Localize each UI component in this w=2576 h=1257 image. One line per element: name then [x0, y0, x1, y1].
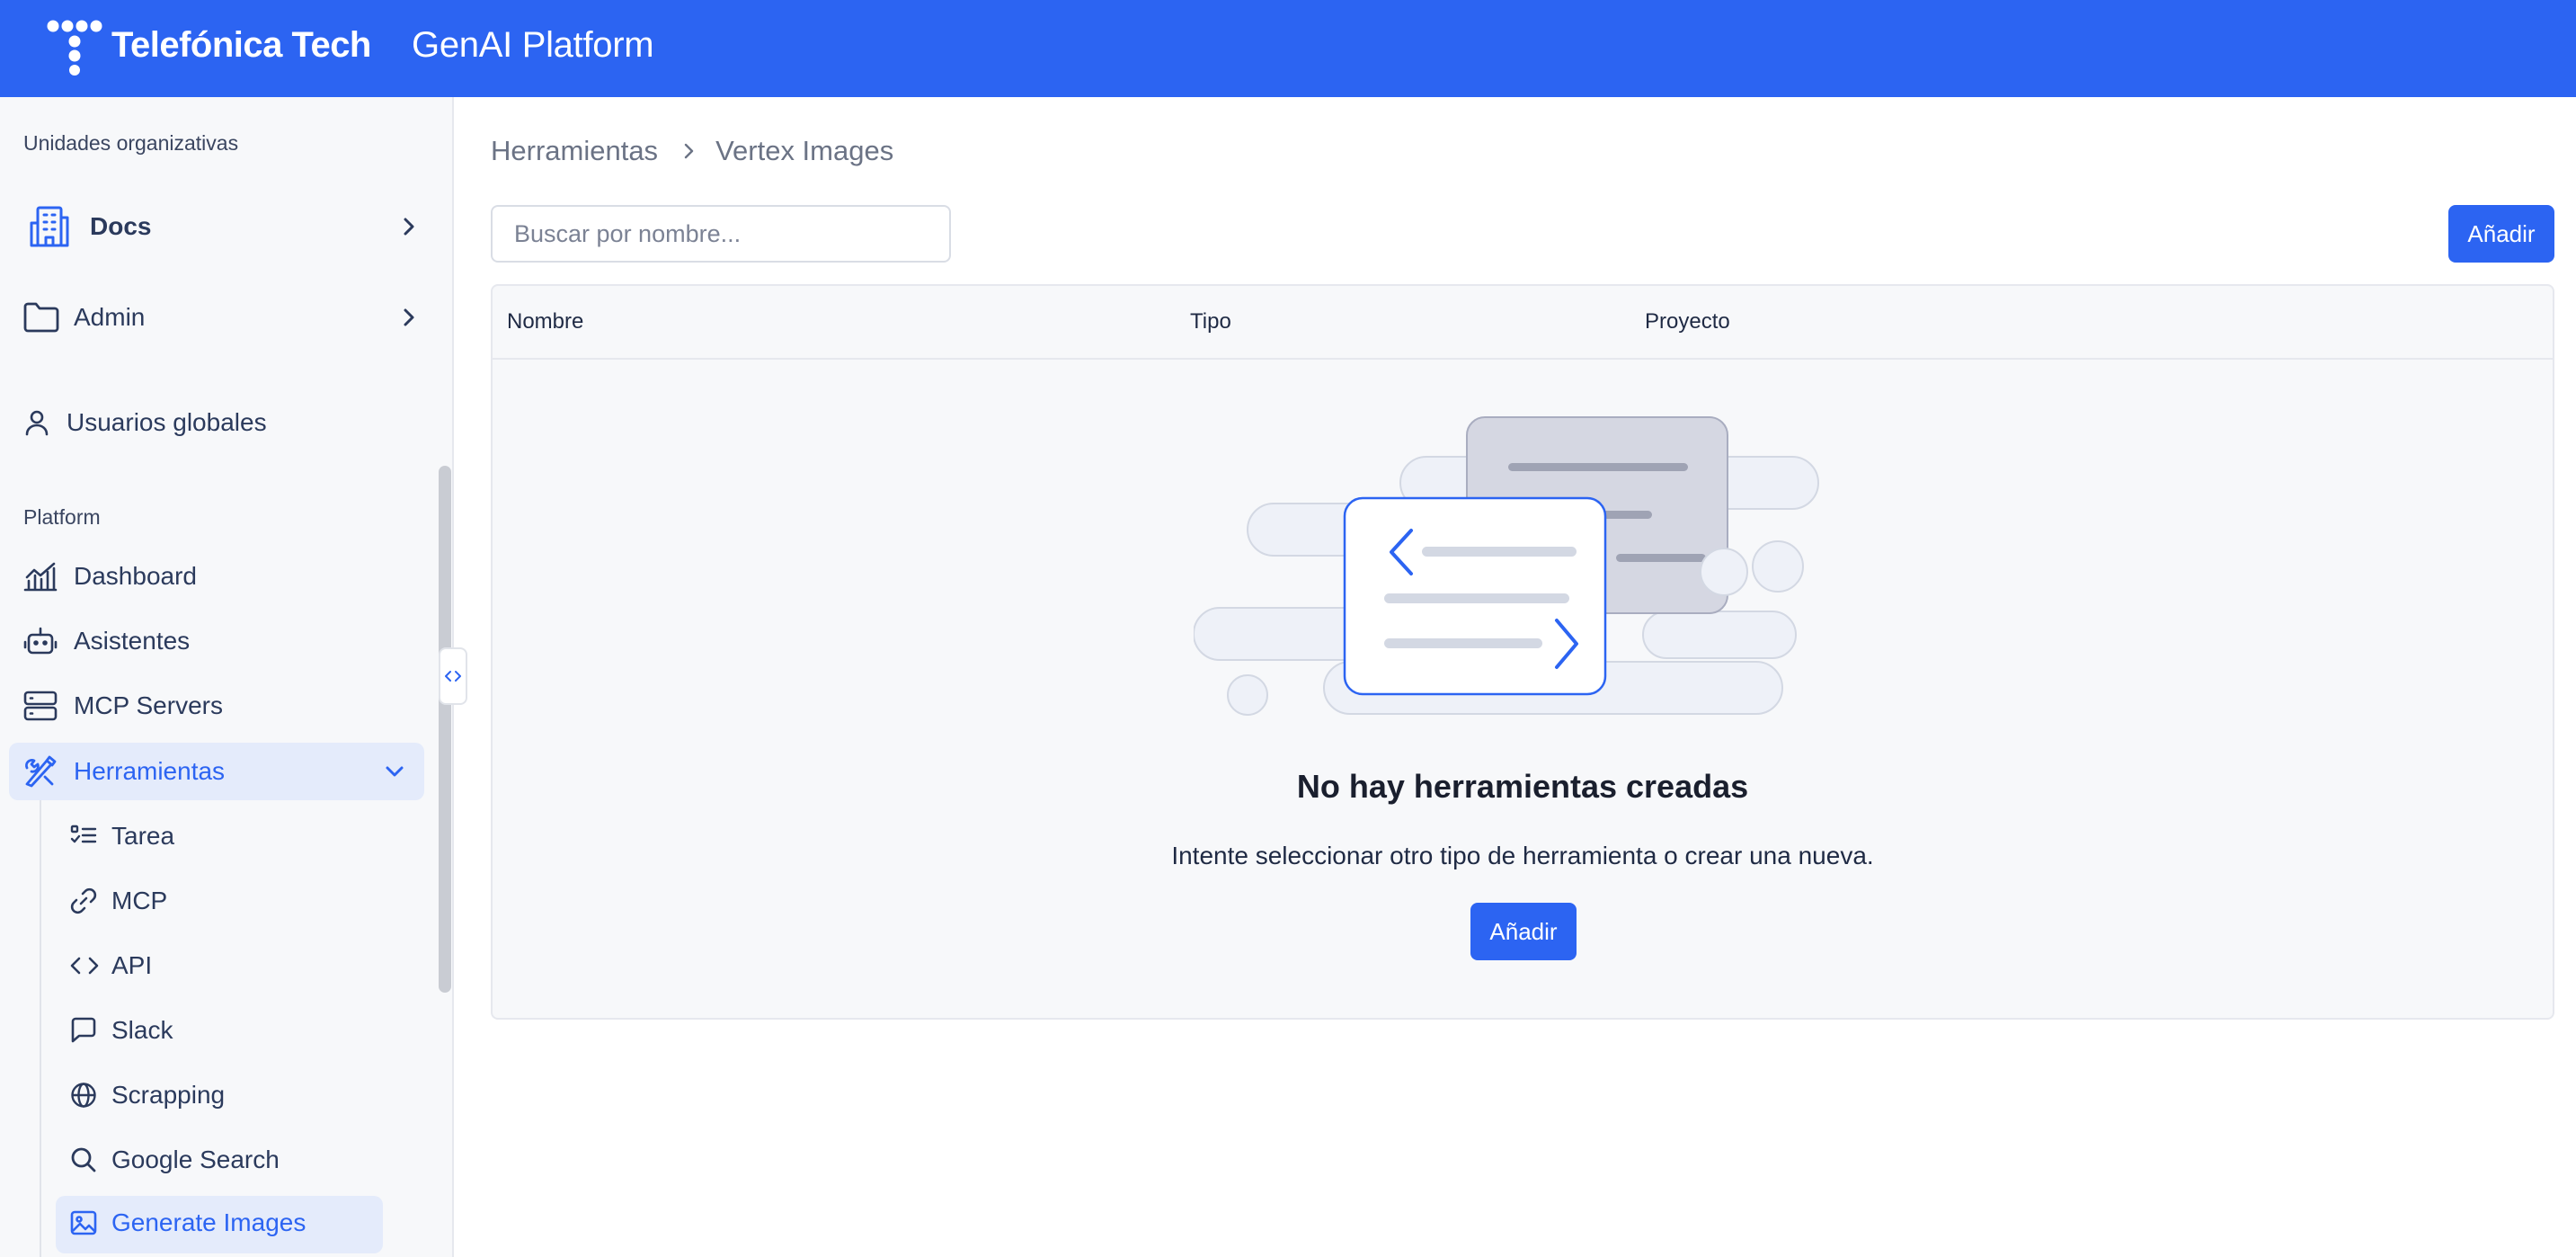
image-icon — [70, 1210, 97, 1235]
link-icon — [70, 887, 97, 914]
chart-line-icon — [23, 562, 58, 592]
sidebar-item-asistentes[interactable]: Asistentes — [23, 626, 190, 656]
sidebar-item-label: Asistentes — [74, 627, 191, 655]
search-input[interactable] — [491, 205, 951, 263]
code-chevrons-icon — [445, 671, 461, 682]
sidebar-subitem-mcp[interactable]: MCP — [70, 887, 167, 915]
sidebar-subitem-generate-images[interactable]: Generate Images — [70, 1208, 306, 1237]
sidebar-item-mcp-servers[interactable]: MCP Servers — [23, 691, 223, 721]
breadcrumb-current: Vertex Images — [715, 135, 894, 166]
brand-name: Telefónica Tech — [111, 25, 371, 65]
sidebar-subitem-slack[interactable]: Slack — [70, 1016, 173, 1045]
org-units-section-label: Unidades organizativas — [23, 131, 239, 155]
sidebar-item-herramientas[interactable]: Herramientas — [23, 755, 225, 788]
sidebar-scrollbar[interactable] — [439, 466, 451, 993]
table-header: Nombre Tipo Proyecto — [493, 286, 2553, 360]
column-header-tipo[interactable]: Tipo — [1190, 309, 1231, 334]
empty-state-illustration — [1194, 416, 1819, 716]
sidebar-item-label: Scrapping — [111, 1081, 226, 1109]
tools-table: Nombre Tipo Proyecto No hay herramientas… — [491, 284, 2554, 1020]
folder-icon — [23, 302, 59, 333]
empty-state-add-button[interactable]: Añadir — [1470, 903, 1577, 960]
sidebar-item-label: MCP Servers — [74, 691, 223, 719]
chat-icon — [71, 1017, 96, 1043]
bot-icon — [23, 627, 58, 655]
task-list-icon — [70, 825, 97, 843]
sidebar-item-label: Slack — [111, 1016, 173, 1044]
chevron-right-icon — [684, 143, 694, 159]
sidebar-item-label: Dashboard — [74, 562, 197, 590]
sidebar-subitem-api[interactable]: API — [70, 951, 152, 980]
breadcrumb-root-link[interactable]: Herramientas — [491, 135, 658, 167]
sidebar: Unidades organizativas Docs Admin Usuari… — [0, 97, 454, 1257]
empty-state-title: No hay herramientas creadas — [1296, 768, 1749, 805]
globe-icon — [71, 1083, 96, 1108]
sidebar-subitem-scrapping[interactable]: Scrapping — [70, 1081, 225, 1110]
submenu-guide-line — [40, 800, 41, 1257]
search-icon — [71, 1147, 96, 1172]
server-icon — [23, 691, 58, 721]
sidebar-item-label: Generate Images — [111, 1208, 306, 1236]
sidebar-item-label: API — [111, 951, 153, 979]
chevron-right-icon[interactable] — [401, 308, 417, 327]
sidebar-item-label: Tarea — [111, 822, 175, 850]
chevron-down-icon[interactable] — [385, 764, 404, 779]
building-icon — [30, 206, 69, 247]
sidebar-item-label: Usuarios globales — [67, 408, 267, 436]
sidebar-item-dashboard[interactable]: Dashboard — [23, 561, 197, 592]
column-header-nombre[interactable]: Nombre — [507, 309, 583, 334]
sidebar-subitem-tarea[interactable]: Tarea — [70, 822, 174, 851]
code-icon — [70, 957, 99, 975]
telefonica-logo-icon[interactable] — [47, 20, 104, 76]
empty-state-description: Intente seleccionar otro tipo de herrami… — [1171, 842, 1874, 869]
add-tool-button[interactable]: Añadir — [2448, 205, 2554, 263]
sidebar-collapse-toggle[interactable] — [439, 647, 467, 705]
sidebar-item-global-users[interactable]: Usuarios globales — [25, 408, 267, 437]
sidebar-item-docs[interactable]: Docs — [29, 205, 151, 248]
sidebar-item-admin[interactable]: Admin — [23, 302, 145, 333]
column-header-proyecto[interactable]: Proyecto — [1645, 309, 1730, 334]
breadcrumb: Herramientas Vertex Images — [491, 135, 893, 167]
chevron-right-icon[interactable] — [401, 217, 417, 236]
sidebar-item-label: MCP — [111, 887, 168, 914]
top-bar: Telefónica Tech GenAI Platform — [0, 0, 2576, 97]
sidebar-item-label: Google Search — [111, 1146, 280, 1173]
user-icon — [25, 410, 49, 436]
tools-icon — [25, 755, 57, 788]
platform-section-label: Platform — [23, 505, 101, 529]
sidebar-item-label: Docs — [90, 212, 152, 240]
product-name: GenAI Platform — [412, 25, 654, 65]
sidebar-item-label: Admin — [74, 303, 146, 331]
sidebar-item-label: Herramientas — [74, 757, 226, 785]
sidebar-subitem-google-search[interactable]: Google Search — [70, 1146, 280, 1174]
